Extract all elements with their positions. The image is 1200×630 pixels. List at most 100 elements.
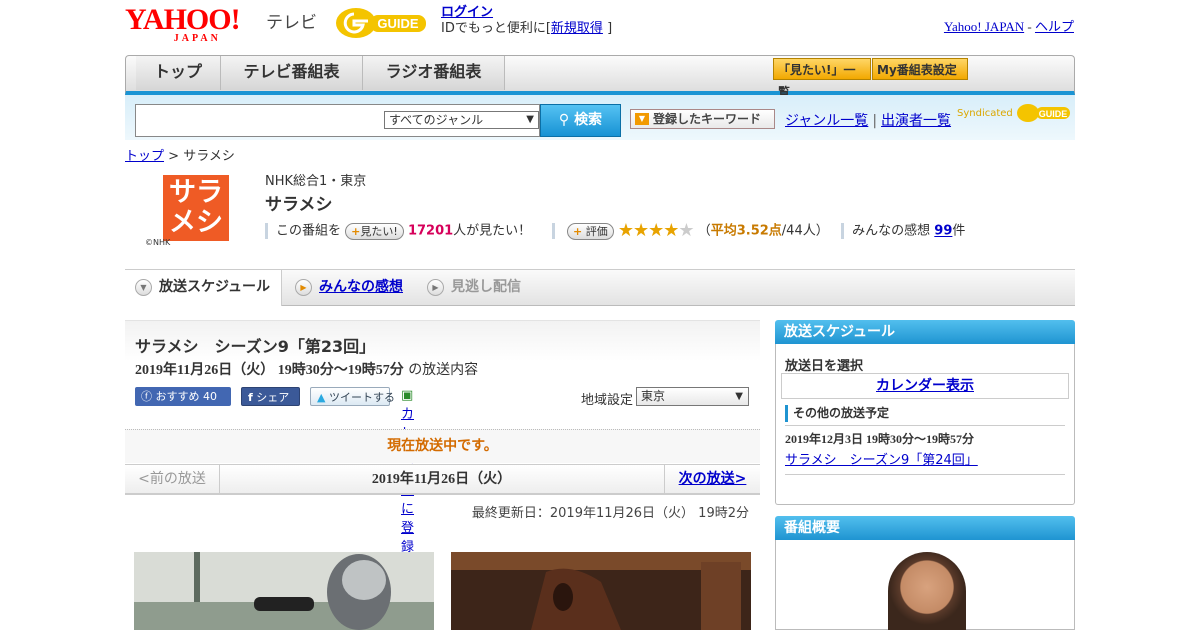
login-link[interactable]: ログイン [441, 5, 493, 20]
divider [785, 474, 1065, 475]
calendar-display-link[interactable]: カレンダー表示 [876, 378, 974, 394]
genre-link-sep: | [872, 113, 878, 129]
global-nav: トップ テレビ番組表 ラジオ番組表 「見たい!」一覧 My番組表設定 [125, 55, 1075, 99]
gguide-logo[interactable]: GUIDE [334, 6, 432, 40]
genre-links: ジャンル一覧 | 出演者一覧 [785, 110, 951, 130]
episode-photo-2-art [451, 552, 751, 630]
prev-broadcast: <前の放送 [125, 465, 220, 494]
tab-kanso[interactable]: ▶ みんなの感想 [285, 270, 415, 306]
tab-minogashi: ▶ 見逃し配信 [417, 270, 547, 306]
facebook-icon: ⓕ [141, 390, 152, 403]
episode-photo-1 [134, 552, 434, 630]
mitai-button[interactable]: +見たい! [345, 222, 404, 240]
divider [265, 223, 268, 239]
help-link[interactable]: ヘルプ [1035, 19, 1074, 34]
tab-schedule[interactable]: ▼ 放送スケジュール [125, 270, 282, 306]
kanso-prefix: みんなの感想 [852, 223, 931, 239]
tv-label[interactable]: テレビ [266, 8, 317, 33]
episode-datetime: 2019年11月26日（火） 19時30分～19時57分 [135, 363, 404, 378]
current-broadcast-date: 2019年11月26日（火） [371, 472, 512, 487]
nhk-credit: ©NHK [145, 238, 171, 247]
login-box: ログイン IDでもっと便利に[新規取得 ] [441, 5, 612, 37]
empty-star-icon: ★ [678, 220, 694, 241]
tweet-label: ツイートする [328, 391, 395, 404]
region-select[interactable]: 東京 ▼ [636, 387, 749, 406]
region-select-value: 東京 [641, 389, 666, 403]
search-icon: ⚲ [558, 112, 570, 128]
next-broadcast-link[interactable]: 次の放送> [679, 471, 747, 487]
header-links: Yahoo! JAPAN - ヘルプ [944, 16, 1074, 35]
next-broadcast-container: 次の放送> [664, 465, 760, 494]
mitai-list-button[interactable]: 「見たい!」一覧 [773, 58, 871, 99]
divider [841, 223, 845, 239]
breadcrumb-top-link[interactable]: トップ [125, 149, 164, 164]
breadcrumb-sep: > [168, 149, 180, 164]
channel-name: NHK総合1・東京 [265, 174, 367, 189]
program-logo: サラ メシ [163, 175, 229, 241]
tweet-button[interactable]: ▲ ツイートする [310, 387, 395, 406]
search-button[interactable]: ⚲ 検索 [540, 104, 621, 137]
genre-select[interactable]: すべてのジャンル ▼ [384, 111, 539, 129]
kanso-suffix: 件 [952, 223, 966, 239]
yahoo-japan-logo[interactable]: YAHOO! JAPAN [125, 3, 241, 44]
registered-keyword-label: 登録したキーワード [653, 112, 762, 126]
header-link-sep: - [1027, 19, 1032, 34]
id-text-prefix: IDでもっと便利に[ [441, 21, 551, 36]
nav-tab-top[interactable]: トップ [136, 56, 221, 90]
search-button-label: 検索 [574, 112, 603, 128]
half-star-icon: ★ [663, 220, 679, 241]
facebook-like-label: おすすめ 40 [155, 390, 218, 403]
other-schedule-link[interactable]: サラメシ シーズン9「第24回」 [785, 453, 978, 468]
facebook-like-button[interactable]: ⓕ おすすめ 40 [135, 387, 231, 406]
region-label: 地域設定 [581, 393, 634, 408]
yahoo-japan-link[interactable]: Yahoo! JAPAN [944, 19, 1024, 34]
tab-minogashi-label: 見逃し配信 [451, 279, 521, 295]
rating-stars: ★★★★★ [617, 220, 695, 241]
chevron-down-icon: ▼ [735, 391, 743, 402]
registered-keyword-button[interactable]: ▼ 登録したキーワード [630, 109, 775, 129]
syndicated-gguide-badge: Syndicated GUIDE [957, 103, 1072, 123]
plus-icon: + [351, 224, 361, 238]
rating-count: /44人） [781, 223, 829, 239]
divider [785, 425, 1065, 426]
mitai-button-label: 見たい! [360, 224, 398, 238]
mitai-suffix: 人が見たい！ [453, 223, 532, 239]
cast-list-link[interactable]: 出演者一覧 [881, 113, 951, 129]
my-guide-settings-button[interactable]: My番組表設定 [872, 58, 968, 80]
plus-icon: + [573, 224, 583, 238]
gguide-small-logo: GUIDE [1016, 104, 1070, 122]
episode-photo-2 [451, 552, 751, 630]
rating-button-label: 評価 [585, 224, 608, 238]
kanso-count-link[interactable]: 99 [934, 224, 952, 239]
divider [551, 223, 555, 239]
select-date-label: 放送日を選択 [785, 359, 864, 374]
genre-list-link[interactable]: ジャンル一覧 [785, 113, 868, 129]
episode-title: サラメシ シーズン9「第23回」 [135, 337, 376, 356]
svg-text:GUIDE: GUIDE [1039, 109, 1068, 119]
signup-link[interactable]: 新規取得 [551, 21, 603, 36]
mitai-count: 17201 [407, 223, 454, 239]
facebook-icon: f [248, 391, 253, 404]
other-schedule-item: サラメシ シーズン9「第24回」 [785, 449, 978, 468]
facebook-share-button[interactable]: f シェア [241, 387, 300, 406]
last-updated: 最終更新日：2019年11月26日（火） 19時2分 [471, 506, 749, 521]
program-title: サラメシ [265, 195, 333, 215]
nav-tab-radio-guide[interactable]: ラジオ番組表 [363, 56, 505, 90]
rating-button[interactable]: + 評価 [567, 222, 614, 240]
broadcast-pager: <前の放送 2019年11月26日（火） 次の放送> [125, 464, 760, 495]
chevron-down-icon: ▼ [526, 114, 534, 125]
other-schedule-date: 2019年12月3日 19時30分～19時57分 [785, 432, 975, 446]
rating-average: 平均3.52点 [710, 223, 782, 239]
yahoo-logo-text: YAHOO! [125, 3, 241, 36]
breadcrumb: トップ > サラメシ [125, 145, 235, 164]
tab-kanso-label: みんなの感想 [319, 279, 403, 295]
syndicated-label: Syndicated [957, 108, 1013, 119]
calendar-plus-icon: ▣ [401, 388, 414, 403]
episode-photo-1-art [134, 552, 434, 630]
program-tabs: ▼ 放送スケジュール ▶ みんなの感想 ▶ 見逃し配信 [125, 269, 1075, 306]
facebook-share-label: シェア [256, 391, 290, 404]
nav-tab-tv-guide[interactable]: テレビ番組表 [221, 56, 363, 90]
host-photo [888, 552, 966, 630]
calendar-display-box: カレンダー表示 [781, 373, 1069, 399]
chevron-down-icon: ▼ [135, 279, 152, 296]
